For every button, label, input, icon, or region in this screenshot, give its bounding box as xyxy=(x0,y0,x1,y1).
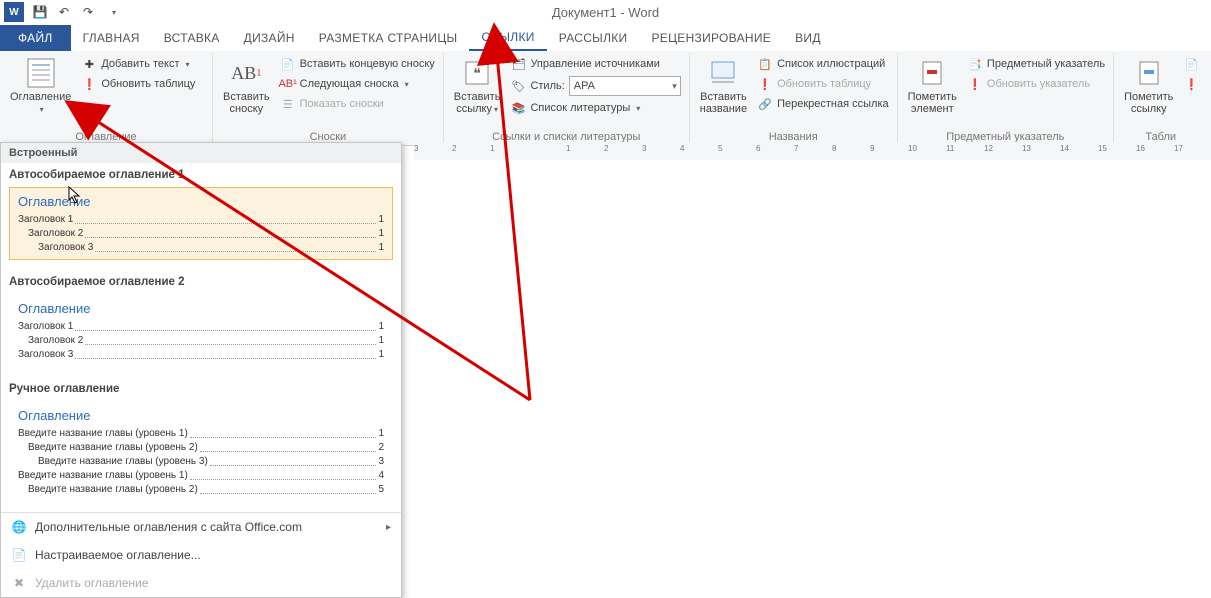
toc-preview-auto1[interactable]: Оглавление Заголовок 11 Заголовок 21 Заг… xyxy=(9,187,393,260)
mark-entry-icon xyxy=(916,57,948,89)
manage-sources-icon: 🗂 xyxy=(510,56,526,72)
custom-toc-icon: 📄 xyxy=(11,547,27,563)
style-icon: 🏷 xyxy=(510,78,526,94)
update-captions-icon: ❗ xyxy=(757,76,773,92)
qat-customize-icon[interactable]: ▾ xyxy=(106,4,122,20)
footnote-label: Вставить сноску xyxy=(223,91,270,115)
add-text-icon: ✚ xyxy=(81,56,97,72)
bibliography-button[interactable]: 📚Список литературы▾ xyxy=(508,99,682,117)
ribbon: Оглавление▾ ✚ Добавить текст▾ ❗ Обновить… xyxy=(0,51,1211,146)
update-index-button[interactable]: ❗Обновить указатель xyxy=(965,75,1107,93)
next-footnote-button[interactable]: AB¹Следующая сноска▾ xyxy=(278,75,437,93)
insert-citation-button[interactable]: ❝ Вставить ссылку▾ xyxy=(450,55,505,118)
gallery-footer: 🌐 Дополнительные оглавления с сайта Offi… xyxy=(1,512,401,597)
tab-references[interactable]: ССЫЛКИ xyxy=(469,25,546,51)
index-icon: 📑 xyxy=(967,56,983,72)
group-toc: Оглавление▾ ✚ Добавить текст▾ ❗ Обновить… xyxy=(0,53,213,145)
insert-index-button[interactable]: 📑Предметный указатель xyxy=(965,55,1107,73)
gallery-builtin-header: Встроенный xyxy=(1,143,401,163)
gallery-auto1-title: Автособираемое оглавление 1 xyxy=(1,163,401,185)
update-auth-icon: ❗ xyxy=(1183,76,1199,92)
caption-icon xyxy=(707,57,739,89)
horizontal-ruler[interactable]: 3211234567891011121314151617 xyxy=(414,142,1211,161)
show-notes-button[interactable]: ☰Показать сноски xyxy=(278,95,437,113)
insert-endnote-button[interactable]: 📄Вставить концевую сноску xyxy=(278,55,437,73)
citation-icon: ❝ xyxy=(461,57,493,89)
group-authorities: Пометить ссылку 📄 ❗ Табли xyxy=(1114,53,1207,145)
caption-label: Вставить название xyxy=(700,91,747,115)
toc-preview-auto2[interactable]: Оглавление Заголовок 11 Заголовок 21 Заг… xyxy=(9,294,393,367)
tab-review[interactable]: РЕЦЕНЗИРОВАНИЕ xyxy=(639,25,783,51)
remove-toc-icon: ✖ xyxy=(11,575,27,591)
tab-insert[interactable]: ВСТАВКА xyxy=(152,25,232,51)
toc-preview-title: Оглавление xyxy=(18,408,384,423)
next-footnote-icon: AB¹ xyxy=(280,76,296,92)
mark-citation-label: Пометить ссылку xyxy=(1124,91,1173,115)
show-notes-icon: ☰ xyxy=(280,96,296,112)
cross-reference-button[interactable]: 🔗Перекрестная ссылка xyxy=(755,95,891,113)
svg-text:❝: ❝ xyxy=(473,65,481,81)
mark-citation-icon xyxy=(1133,57,1165,89)
remove-toc-button: ✖ Удалить оглавление xyxy=(1,569,401,597)
tab-view[interactable]: ВИД xyxy=(783,25,833,51)
mark-entry-label: Пометить элемент xyxy=(908,91,957,115)
quick-access-toolbar: 💾 ↶ ↷ ▾ xyxy=(32,4,122,20)
office-icon: 🌐 xyxy=(11,519,27,535)
add-text-button[interactable]: ✚ Добавить текст▾ xyxy=(79,55,197,73)
custom-toc-button[interactable]: 📄 Настраиваемое оглавление... xyxy=(1,541,401,569)
tab-mailings[interactable]: РАССЫЛКИ xyxy=(547,25,640,51)
ribbon-tabs: ФАЙЛ ГЛАВНАЯ ВСТАВКА ДИЗАЙН РАЗМЕТКА СТР… xyxy=(0,25,1211,51)
update-icon: ❗ xyxy=(81,76,97,92)
document-title: Документ1 - Word xyxy=(552,5,659,20)
crossref-icon: 🔗 xyxy=(757,96,773,112)
citation-label: Вставить ссылку▾ xyxy=(454,91,501,116)
manage-sources-button[interactable]: 🗂Управление источниками xyxy=(508,55,682,73)
tab-home[interactable]: ГЛАВНАЯ xyxy=(71,25,152,51)
insert-footnote-button[interactable]: AB1 Вставить сноску xyxy=(219,55,274,117)
save-icon[interactable]: 💾 xyxy=(32,4,48,20)
bibliography-icon: 📚 xyxy=(510,100,526,116)
mark-citation-button[interactable]: Пометить ссылку xyxy=(1120,55,1177,117)
gallery-auto2-title: Автособираемое оглавление 2 xyxy=(1,270,401,292)
toc-label: Оглавление▾ xyxy=(10,91,71,116)
document-page[interactable] xyxy=(414,160,1211,596)
authorities-icon: 📄 xyxy=(1183,56,1199,72)
redo-icon[interactable]: ↷ xyxy=(80,4,96,20)
toc-icon xyxy=(25,57,57,89)
table-figures-button[interactable]: 📋Список иллюстраций xyxy=(755,55,891,73)
update-index-icon: ❗ xyxy=(967,76,983,92)
tab-file[interactable]: ФАЙЛ xyxy=(0,25,71,51)
group-captions: Вставить название 📋Список иллюстраций ❗О… xyxy=(690,53,898,145)
update-authorities-button[interactable]: ❗ xyxy=(1181,75,1201,93)
update-toc-button[interactable]: ❗ Обновить таблицу xyxy=(79,75,197,93)
figures-icon: 📋 xyxy=(757,56,773,72)
toc-preview-title: Оглавление xyxy=(18,301,384,316)
endnote-icon: 📄 xyxy=(280,56,296,72)
toc-preview-manual[interactable]: Оглавление Введите название главы (урове… xyxy=(9,401,393,502)
mark-entry-button[interactable]: Пометить элемент xyxy=(904,55,961,117)
gallery-manual-title: Ручное оглавление xyxy=(1,377,401,399)
tab-layout[interactable]: РАЗМЕТКА СТРАНИЦЫ xyxy=(307,25,470,51)
word-app-icon: W xyxy=(4,2,24,22)
toc-button[interactable]: Оглавление▾ xyxy=(6,55,75,118)
group-citations: ❝ Вставить ссылку▾ 🗂Управление источника… xyxy=(444,53,690,145)
citation-style[interactable]: 🏷 Стиль: APA xyxy=(508,75,682,97)
undo-icon[interactable]: ↶ xyxy=(56,4,72,20)
insert-authorities-button[interactable]: 📄 xyxy=(1181,55,1201,73)
group-index: Пометить элемент 📑Предметный указатель ❗… xyxy=(898,53,1114,145)
style-select[interactable]: APA xyxy=(569,76,681,96)
more-toc-button[interactable]: 🌐 Дополнительные оглавления с сайта Offi… xyxy=(1,513,401,541)
insert-caption-button[interactable]: Вставить название xyxy=(696,55,751,117)
group-footnotes: AB1 Вставить сноску 📄Вставить концевую с… xyxy=(213,53,444,145)
toc-gallery: Встроенный Автособираемое оглавление 1 О… xyxy=(0,142,402,598)
title-bar: W 💾 ↶ ↷ ▾ Документ1 - Word xyxy=(0,0,1211,25)
update-captions-button[interactable]: ❗Обновить таблицу xyxy=(755,75,891,93)
toc-preview-title: Оглавление xyxy=(18,194,384,209)
footnote-icon: AB1 xyxy=(230,57,262,89)
tab-design[interactable]: ДИЗАЙН xyxy=(232,25,307,51)
